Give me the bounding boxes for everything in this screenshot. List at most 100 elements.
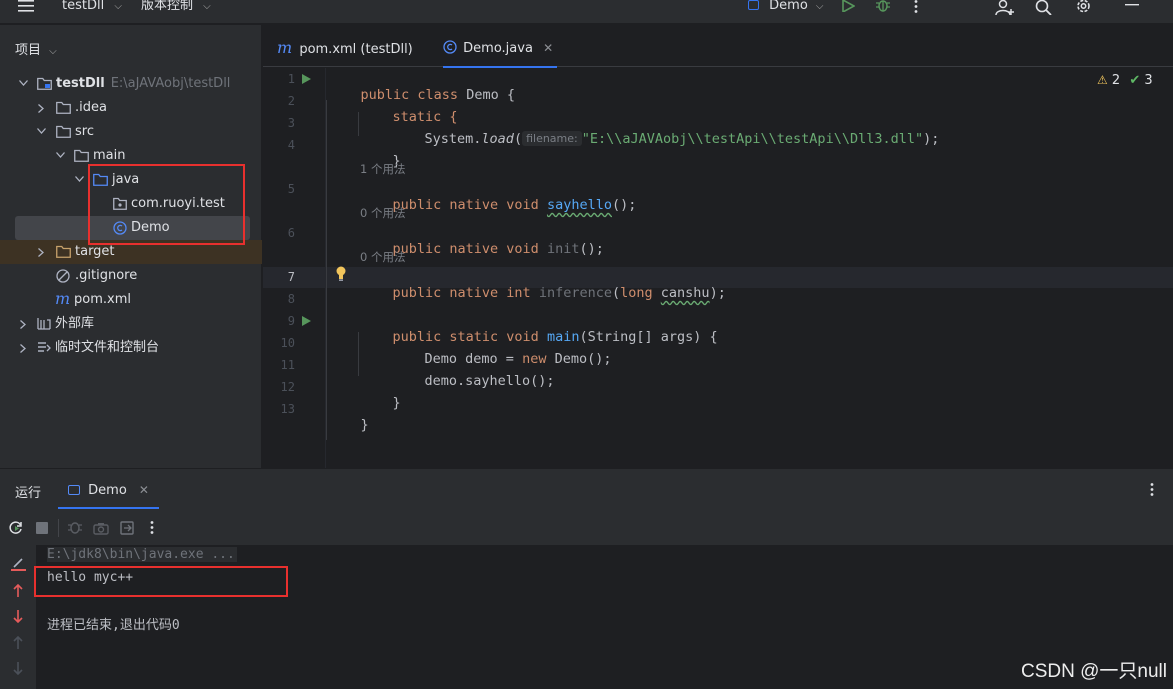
indent-guide	[358, 332, 359, 376]
java-class-icon	[748, 0, 759, 10]
rerun-icon[interactable]	[9, 521, 23, 535]
run-config-icon	[68, 485, 80, 495]
tree-label: testDll	[56, 76, 105, 91]
line-number: 12	[280, 380, 295, 394]
line-number: 1	[287, 72, 295, 86]
hamburger-menu-icon[interactable]	[18, 0, 34, 12]
stop-icon[interactable]	[36, 522, 48, 534]
maven-icon: m	[277, 38, 293, 57]
project-panel-header[interactable]: 项目 ⌵	[15, 39, 57, 58]
line-number: 13	[280, 402, 295, 416]
more-actions-icon[interactable]	[914, 0, 918, 13]
tree-item-target[interactable]: target	[0, 240, 262, 264]
tree-label: main	[93, 148, 126, 163]
tab-demo-java[interactable]: Demo.java ✕	[443, 25, 558, 68]
debug-icon[interactable]	[67, 521, 83, 535]
tree-label: .gitignore	[75, 268, 138, 283]
tree-item-idea[interactable]: .idea	[0, 96, 262, 120]
code-text: ();	[612, 197, 637, 213]
settings-gear-icon[interactable]	[1075, 0, 1092, 14]
run-gutter-icon[interactable]	[302, 316, 311, 326]
code-editor[interactable]: 1 2 3 4 5 6 7 8 9 10 11 12 13 ⚠ 2 ✔ 3 pu…	[263, 68, 1173, 468]
chevron-down-icon: ⌵	[114, 1, 122, 12]
line-number: 7	[287, 270, 295, 284]
module-folder-icon	[37, 77, 52, 90]
indent-guide	[326, 100, 327, 440]
arrow-up-icon[interactable]	[13, 584, 23, 597]
console-command-line[interactable]: E:\jdk8\bin\java.exe ...	[47, 547, 237, 562]
lightbulb-icon[interactable]	[336, 266, 346, 281]
line-number: 2	[287, 94, 295, 108]
tree-item-demo[interactable]: Demo	[15, 216, 250, 240]
arrow-down-disabled-icon[interactable]	[13, 662, 23, 675]
tab-pom-xml[interactable]: m pom.xml (testDll)	[277, 25, 413, 67]
inspections-widget[interactable]: ⚠ 2 ✔ 3	[1097, 73, 1153, 88]
tree-item-external-libraries[interactable]: 外部库	[0, 312, 262, 336]
warning-count: 2	[1111, 73, 1121, 88]
tree-item-main[interactable]: main	[0, 144, 262, 168]
code-text: }	[360, 417, 369, 433]
tree-path: E:\aJAVAobj\testDll	[110, 76, 231, 91]
code-keyword: public native int	[392, 285, 531, 301]
line-number: 5	[287, 182, 295, 196]
chevron-down-icon: ⌵	[49, 46, 57, 57]
code-text: );	[923, 131, 940, 147]
code-text: Demo {	[466, 87, 515, 103]
arrow-down-icon[interactable]	[13, 610, 23, 623]
tree-item-pom[interactable]: m pom.xml	[0, 288, 262, 312]
debug-icon[interactable]	[875, 0, 891, 12]
code-param: canshu	[660, 285, 710, 301]
console-output[interactable]: E:\jdk8\bin\java.exe ... hello myc++ 进程已…	[36, 545, 1173, 689]
run-config-selector[interactable]: Demo ⌵	[748, 0, 824, 14]
tree-label: pom.xml	[74, 292, 131, 307]
chevron-right-icon	[38, 248, 44, 257]
code-method: sayhello	[546, 197, 612, 213]
code-method: load	[481, 131, 514, 147]
editor-tabs: m pom.xml (testDll) Demo.java ✕	[263, 25, 1173, 68]
usages-hint[interactable]: 1 个用法	[360, 161, 405, 177]
tree-label: com.ruoyi.test	[131, 196, 225, 211]
tree-item-src[interactable]: src	[0, 120, 262, 144]
add-user-icon[interactable]	[995, 0, 1015, 15]
usages-hint[interactable]: 0 个用法	[360, 205, 405, 221]
minimize-icon[interactable]	[1125, 4, 1139, 6]
tree-item-gitignore[interactable]: .gitignore	[0, 264, 262, 288]
line-number: 9	[287, 314, 295, 328]
more-options-icon[interactable]	[1150, 483, 1154, 496]
run-tool-window: 运行 Demo ✕ E:\jdk8\bin\java.exe ... hello…	[0, 468, 1173, 689]
run-icon[interactable]	[842, 0, 855, 12]
code-method: inference	[538, 285, 612, 301]
console-side-toolbar	[0, 545, 36, 689]
search-icon[interactable]	[1035, 0, 1053, 15]
tree-item-testdll[interactable]: testDll E:\aJAVAobj\testDll	[0, 72, 262, 96]
tree-label: target	[75, 244, 115, 259]
usages-hint[interactable]: 0 个用法	[360, 249, 405, 265]
run-gutter-icon[interactable]	[302, 74, 311, 84]
project-switcher[interactable]: testDll ⌵	[62, 0, 122, 14]
run-tab-demo[interactable]: Demo ✕	[58, 469, 159, 509]
tree-item-scratches[interactable]: 临时文件和控制台	[0, 336, 262, 360]
more-actions-icon[interactable]	[150, 521, 154, 534]
code-keyword: public native void	[392, 197, 539, 213]
chevron-down-icon: ⌵	[815, 1, 824, 12]
clear-icon[interactable]	[11, 558, 26, 571]
ignore-file-icon	[56, 269, 70, 283]
close-tab-icon[interactable]: ✕	[543, 41, 553, 55]
exit-icon[interactable]	[120, 521, 134, 535]
camera-icon[interactable]	[93, 522, 109, 535]
code-text: (	[611, 285, 621, 301]
close-tab-icon[interactable]: ✕	[139, 483, 149, 497]
tree-item-java[interactable]: java	[0, 168, 262, 192]
code-line-3: System.load(filename: "E:\\aJAVAobj\\test…	[392, 115, 939, 163]
code-keyword: long	[620, 285, 653, 301]
line-number: 11	[280, 358, 295, 372]
package-icon	[113, 197, 127, 210]
vcs-menu[interactable]: 版本控制 ⌵	[141, 0, 211, 14]
arrow-up-disabled-icon[interactable]	[13, 636, 23, 649]
check-icon: ✔	[1129, 73, 1141, 88]
chevron-right-icon	[20, 344, 26, 353]
tab-label: Demo.java	[463, 41, 533, 56]
chevron-down-icon	[56, 152, 65, 158]
title-bar: testDll ⌵ 版本控制 ⌵ Demo ⌵	[0, 0, 1173, 24]
tree-item-package[interactable]: com.ruoyi.test	[0, 192, 262, 216]
